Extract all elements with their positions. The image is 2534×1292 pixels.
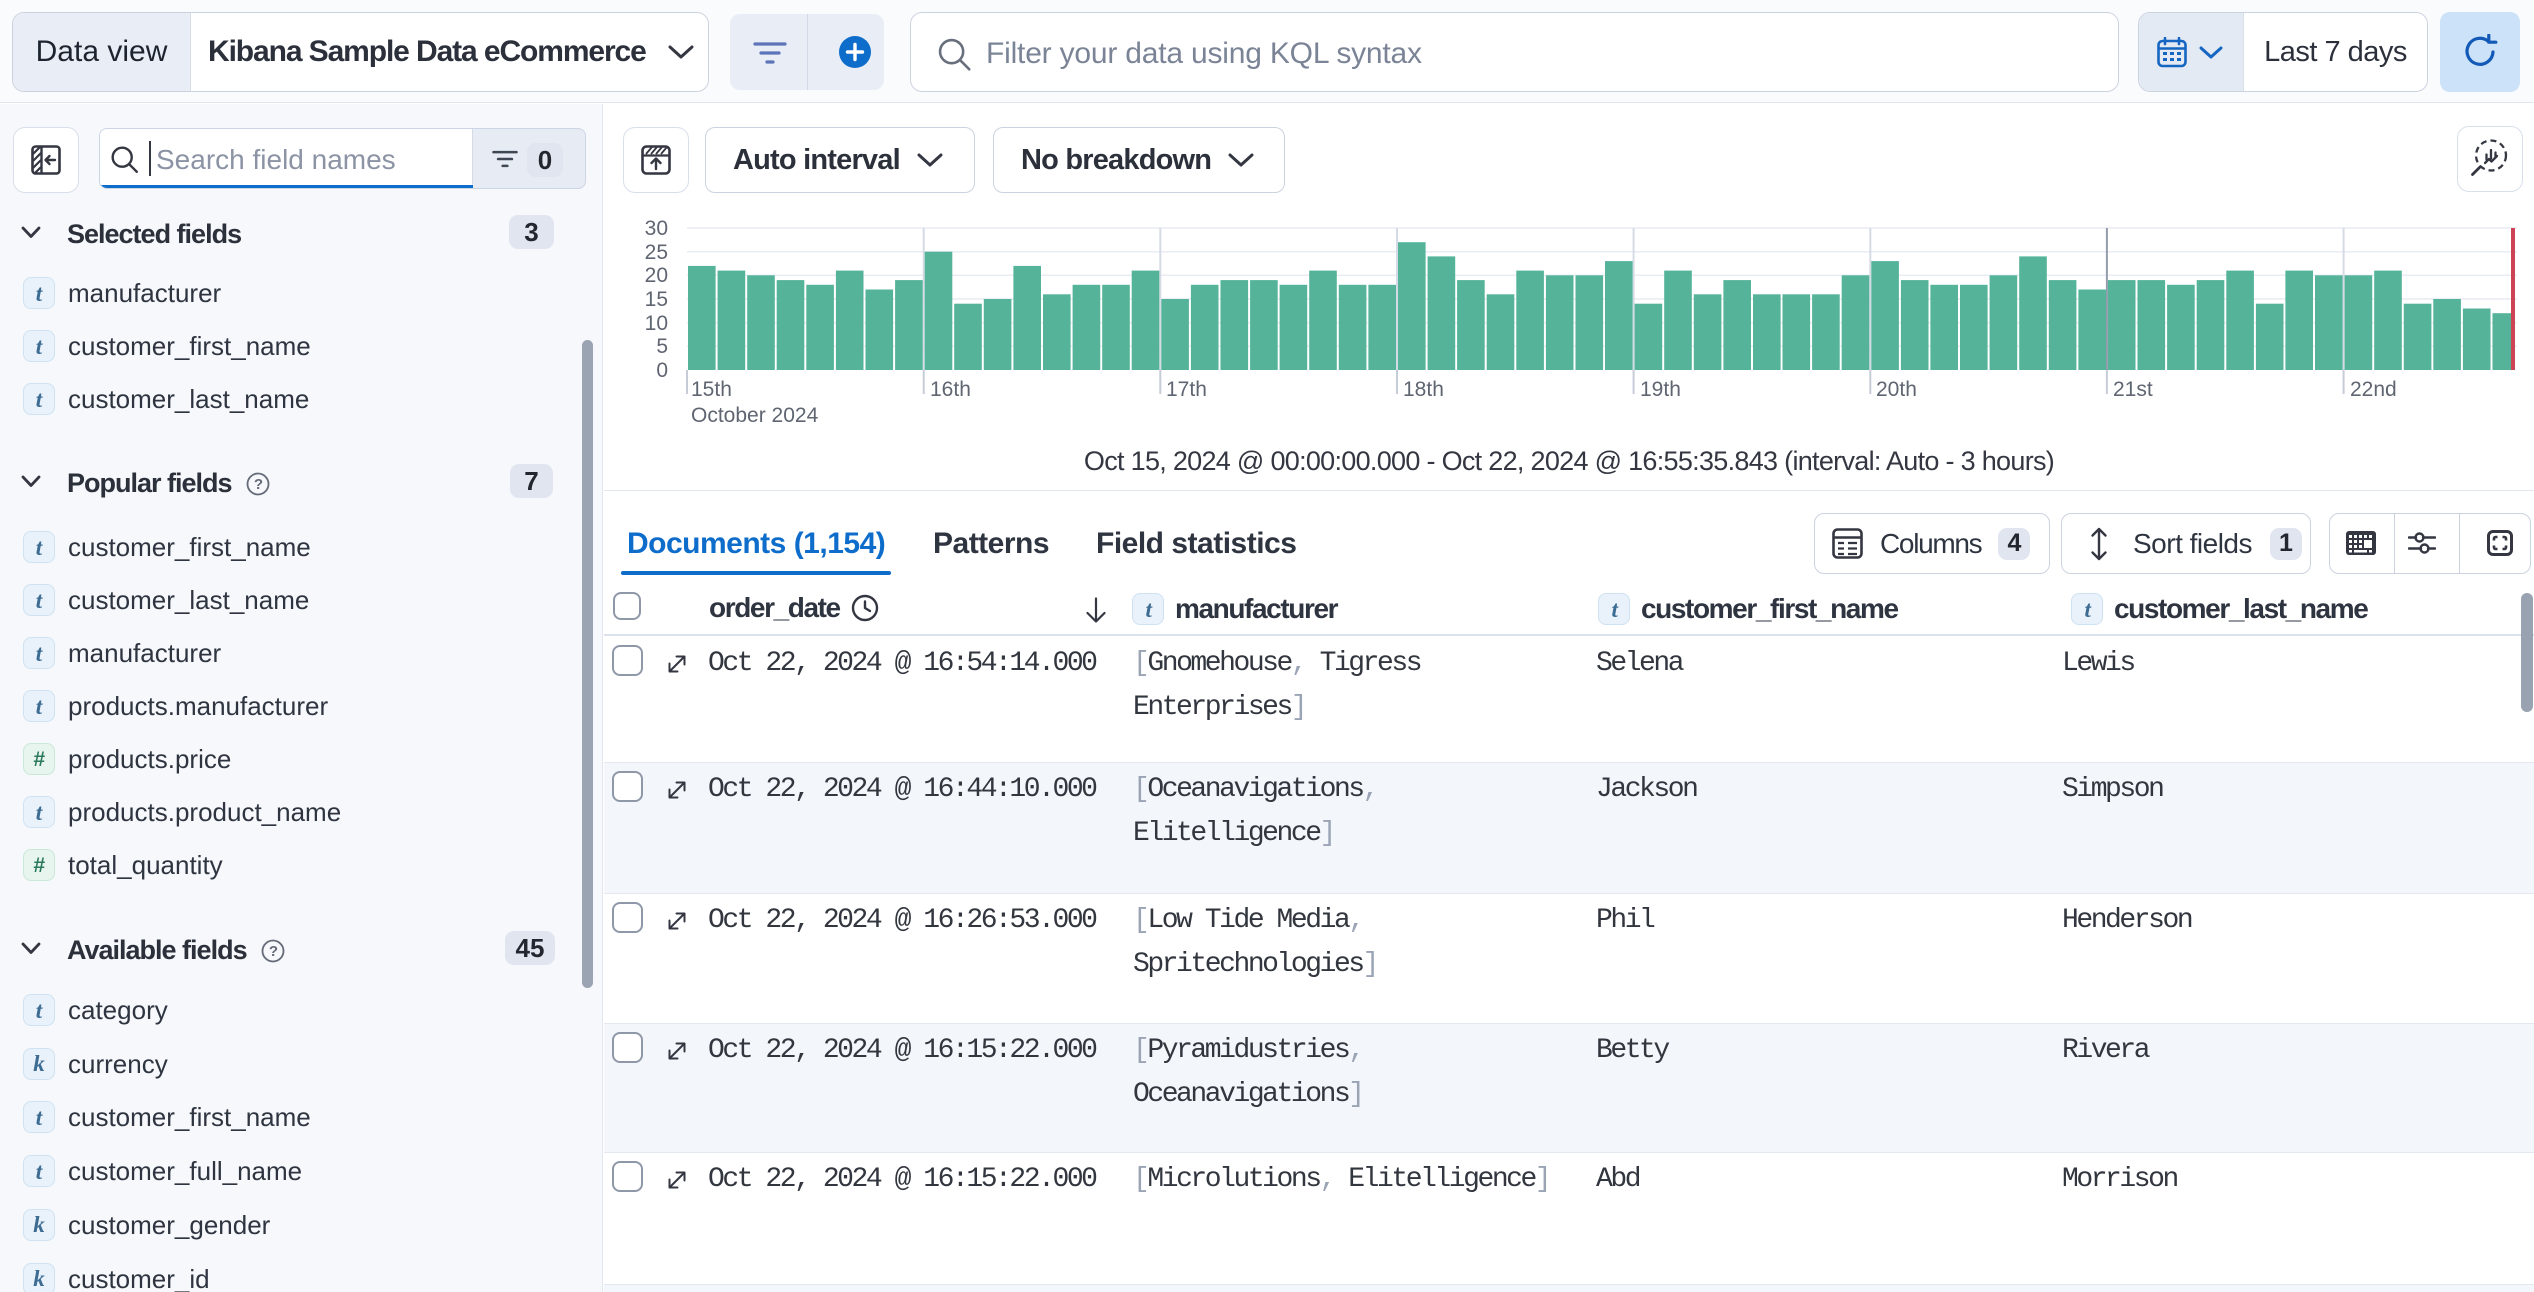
svg-text:?: ? [253, 476, 262, 493]
svg-text:?: ? [269, 943, 278, 960]
